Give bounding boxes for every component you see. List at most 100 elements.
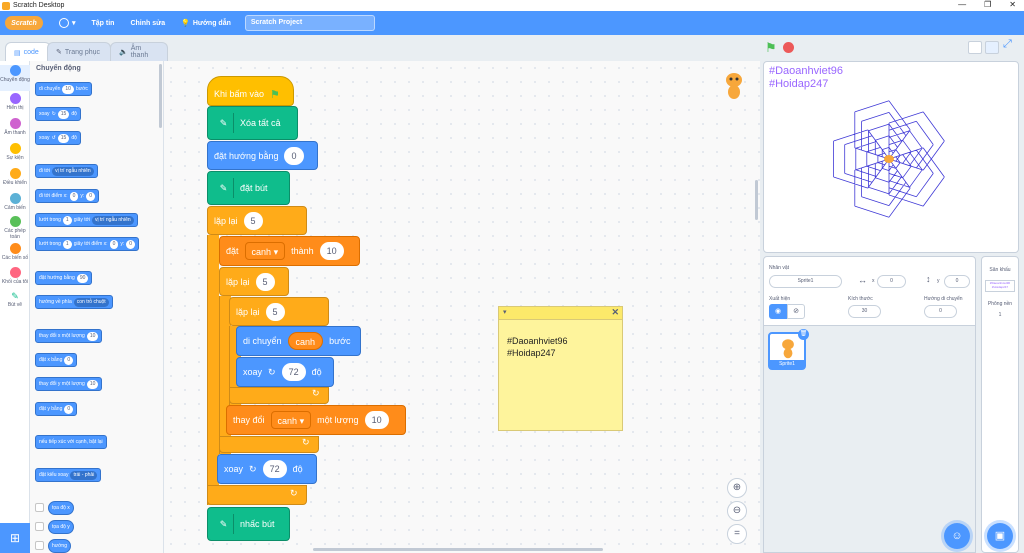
category-my-blocks[interactable]: Khối của tôi — [0, 267, 30, 285]
fullscreen-icon[interactable]: ⤢ — [1003, 38, 1012, 51]
palette-block-turn-right[interactable]: xoay ↻ 15 độ — [35, 107, 81, 121]
checkbox-direction[interactable] — [35, 541, 44, 550]
delete-sprite-button[interactable]: 🗑 — [798, 329, 809, 340]
palette-block-bounce[interactable]: nếu tiếp xúc với cạnh, bật lại — [35, 435, 107, 449]
block-input[interactable]: 1 — [62, 215, 72, 225]
zoom-reset-button[interactable]: = — [727, 524, 747, 544]
variable-dropdown[interactable]: canh ▾ — [244, 242, 286, 260]
tutorials-menu[interactable]: 💡 Hướng dẫn — [181, 19, 231, 28]
x-input[interactable]: 0 — [877, 275, 906, 288]
stage-backdrop-panel[interactable]: Sân khấu #Daoanhviet96 #Hoidap247 Phông … — [981, 256, 1019, 553]
block-input[interactable]: 0 — [69, 191, 79, 201]
palette-block-pointto[interactable]: hướng về phía con trỏ chuột — [35, 295, 113, 309]
palette-block-direction[interactable]: hướng — [48, 539, 71, 553]
tab-costumes[interactable]: ✎ Trang phục — [47, 42, 111, 61]
zoom-in-button[interactable]: ⊕ — [727, 478, 747, 498]
note-body[interactable]: #Daoanhviet96 #Hoidap247 — [499, 320, 622, 374]
block-input[interactable]: 72 — [281, 363, 306, 381]
palette-block-goto[interactable]: đi tới vị trí ngẫu nhiên — [35, 164, 98, 178]
pen-down-block[interactable]: ✎ đặt bút — [207, 171, 290, 205]
block-input[interactable]: 10 — [319, 242, 344, 260]
palette-block-gotoxy[interactable]: đi tới điểm x: 0 y: 0 — [35, 189, 100, 203]
set-variable-block[interactable]: đặt canh ▾ thành 10 — [219, 236, 360, 266]
block-dropdown[interactable]: vị trí ngẫu nhiên — [92, 215, 134, 225]
palette-block-move[interactable]: di chuyển 10 bước — [35, 82, 92, 96]
backdrop-thumbnail[interactable]: #Daoanhviet96 #Hoidap247 — [985, 280, 1015, 292]
code-horizontal-scrollbar[interactable] — [313, 548, 603, 551]
zoom-out-button[interactable]: ⊖ — [727, 501, 747, 521]
palette-block-glide[interactable]: lướt trong 1 giây tới vị trí ngẫu nhiên — [35, 213, 138, 227]
repeat-block-middle[interactable]: lặp lại 5 — [219, 267, 289, 296]
category-variables[interactable]: Các biến số — [0, 243, 30, 261]
show-button[interactable]: ◉ — [769, 304, 787, 319]
small-stage-button[interactable] — [968, 41, 982, 54]
block-input[interactable]: 0 — [109, 239, 119, 249]
palette-block-xpos[interactable]: tọa độ x — [48, 501, 74, 515]
checkbox-xpos[interactable] — [35, 503, 44, 512]
checkbox-ypos[interactable] — [35, 522, 44, 531]
block-input[interactable]: 5 — [255, 272, 275, 291]
block-input[interactable]: 15 — [57, 109, 70, 119]
change-variable-block[interactable]: thay đổi canh ▾ một lượng 10 — [226, 405, 406, 435]
block-input[interactable]: 72 — [262, 460, 287, 478]
hide-button[interactable]: ⊘ — [787, 304, 805, 319]
block-input[interactable]: 5 — [243, 211, 263, 230]
tab-sounds[interactable]: 🔈 Âm thanh — [110, 42, 168, 61]
category-sensing[interactable]: Cảm biến — [0, 193, 30, 211]
block-input[interactable]: 0 — [284, 146, 304, 165]
block-input[interactable]: 10 — [364, 411, 389, 429]
maximize-button[interactable]: ❐ — [984, 0, 991, 9]
close-icon[interactable]: ✕ — [611, 307, 619, 318]
sprite-on-stage[interactable] — [884, 155, 894, 163]
code-vertical-scrollbar[interactable] — [755, 180, 758, 220]
block-dropdown[interactable]: con trỏ chuột — [73, 297, 109, 307]
repeat-block-outer[interactable]: lặp lại 5 — [207, 206, 307, 235]
when-flag-clicked-block[interactable]: Khi bấm vào ⚑ — [207, 76, 294, 106]
category-operators[interactable]: Các phép toán — [0, 216, 30, 240]
block-input[interactable]: 90 — [76, 273, 89, 283]
variable-reporter[interactable]: canh — [287, 332, 324, 350]
block-input[interactable]: 0 — [126, 239, 136, 249]
palette-block-turn-left[interactable]: xoay ↺ 15 độ — [35, 131, 81, 145]
category-control[interactable]: Điều khiển — [0, 168, 30, 186]
add-sprite-button[interactable]: ☺ — [944, 523, 970, 549]
palette-block-setx[interactable]: đặt x bằng 0 — [35, 353, 78, 367]
block-input[interactable]: 10 — [62, 84, 74, 94]
comment-note[interactable]: ▾ ✕ #Daoanhviet96 #Hoidap247 — [498, 306, 623, 431]
block-input[interactable]: 0 — [64, 404, 74, 414]
palette-block-sety[interactable]: đặt y bằng 0 — [35, 402, 78, 416]
collapse-icon[interactable]: ▾ — [503, 308, 507, 316]
sprite-tile[interactable]: Sprite1 🗑 — [768, 329, 809, 370]
stop-button[interactable] — [783, 42, 794, 53]
block-input[interactable]: 10 — [86, 331, 99, 341]
palette-block-ypos[interactable]: tọa độ y — [48, 520, 74, 534]
move-steps-block[interactable]: di chuyển canh bước — [236, 326, 361, 356]
palette-scrollbar[interactable] — [159, 64, 162, 128]
block-input[interactable]: 0 — [64, 355, 74, 365]
green-flag-button[interactable]: ⚑ — [765, 40, 777, 56]
repeat-block-inner[interactable]: lặp lại 5 — [229, 297, 329, 326]
sprite-name-input[interactable]: Sprite1 — [769, 275, 842, 288]
category-events[interactable]: Sự kiện — [0, 143, 30, 161]
large-stage-button[interactable] — [985, 41, 999, 54]
block-dropdown[interactable]: trái - phải — [70, 470, 98, 480]
add-extension-button[interactable]: ⊞ — [0, 523, 30, 553]
block-dropdown[interactable]: vị trí ngẫu nhiên — [52, 166, 94, 176]
palette-block-changex[interactable]: thay đổi x một lượng 10 — [35, 329, 103, 343]
block-input[interactable]: 15 — [57, 133, 70, 143]
variable-dropdown[interactable]: canh ▾ — [270, 411, 312, 429]
palette-block-glidexy[interactable]: lướt trong 1 giây tới điểm x: 0 y: 0 — [35, 237, 140, 251]
palette-block-rotation-style[interactable]: đặt kiểu xoay trái - phải — [35, 468, 102, 482]
close-button[interactable]: ✕ — [1009, 0, 1016, 9]
point-direction-block[interactable]: đặt hướng bằng 0 — [207, 141, 318, 170]
block-input[interactable]: 1 — [62, 239, 72, 249]
pen-up-block[interactable]: ✎ nhấc bút — [207, 507, 290, 541]
language-menu[interactable]: ▾ — [59, 18, 76, 28]
note-header[interactable]: ▾ ✕ — [499, 307, 622, 320]
turn-right-block-2[interactable]: xoay ↻ 72 độ — [217, 454, 317, 484]
pen-clear-block[interactable]: ✎ Xóa tất cả — [207, 106, 298, 140]
size-input[interactable]: 30 — [848, 305, 881, 318]
direction-input[interactable]: 0 — [924, 305, 957, 318]
palette-block-changey[interactable]: thay đổi y một lượng 10 — [35, 377, 103, 391]
minimize-button[interactable]: — — [958, 0, 966, 9]
